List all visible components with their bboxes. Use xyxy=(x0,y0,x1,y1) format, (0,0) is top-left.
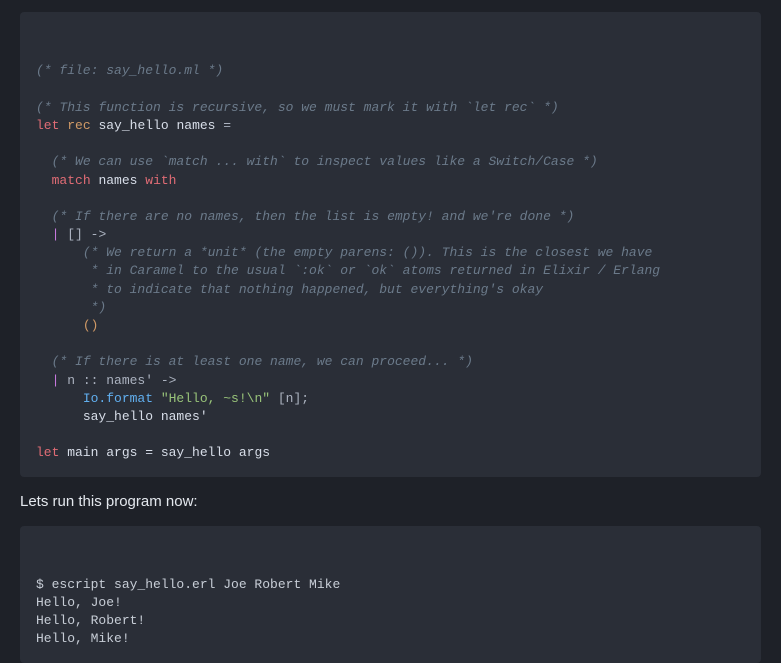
copy-icon[interactable] xyxy=(729,22,749,42)
code-call: say_hello names' xyxy=(83,409,208,424)
code-block-ocaml: (* file: say_hello.ml *) (* This functio… xyxy=(20,12,761,477)
code-comment: (* We return a *unit* (the empty parens:… xyxy=(83,245,653,260)
code-call: Io.format xyxy=(83,391,161,406)
code-comment: (* If there is at least one name, we can… xyxy=(52,354,473,369)
code-ident: names xyxy=(98,173,137,188)
code-punct: [n]; xyxy=(270,391,309,406)
code-keyword: let xyxy=(36,118,59,133)
terminal-line: Hello, Robert! xyxy=(36,613,145,628)
code-comment: (* We can use `match ... with` to inspec… xyxy=(52,154,598,169)
terminal-line: Hello, Mike! xyxy=(36,631,130,646)
code-comment: * to indicate that nothing happened, but… xyxy=(83,282,543,297)
terminal-line: Hello, Joe! xyxy=(36,595,122,610)
code-ident: names xyxy=(176,118,215,133)
terminal-line: $ escript say_hello.erl Joe Robert Mike xyxy=(36,577,340,592)
code-comment: (* file: say_hello.ml *) xyxy=(36,63,223,78)
code-keyword: rec xyxy=(67,118,90,133)
code-unit: () xyxy=(83,318,99,333)
code-comment: (* This function is recursive, so we mus… xyxy=(36,100,559,115)
code-keyword: with xyxy=(145,173,176,188)
code-comment: * in Caramel to the usual `:ok` or `ok` … xyxy=(83,263,660,278)
code-pattern: n :: names' -> xyxy=(59,373,176,388)
code-keyword: let xyxy=(36,445,59,460)
code-comment: (* If there are no names, then the list … xyxy=(52,209,575,224)
code-comment: *) xyxy=(83,300,106,315)
copy-icon[interactable] xyxy=(729,536,749,556)
code-punct: | xyxy=(52,227,60,242)
code-string: "Hello, ~s!\n" xyxy=(161,391,270,406)
code-block-shell: $ escript say_hello.erl Joe Robert Mike … xyxy=(20,526,761,663)
code-keyword: match xyxy=(52,173,91,188)
code-punct: = xyxy=(215,118,231,133)
code-ident: say_hello xyxy=(98,118,168,133)
prose-text: Lets run this program now: xyxy=(0,493,781,526)
code-pattern: [] -> xyxy=(67,227,106,242)
code-line: main args = say_hello args xyxy=(59,445,270,460)
